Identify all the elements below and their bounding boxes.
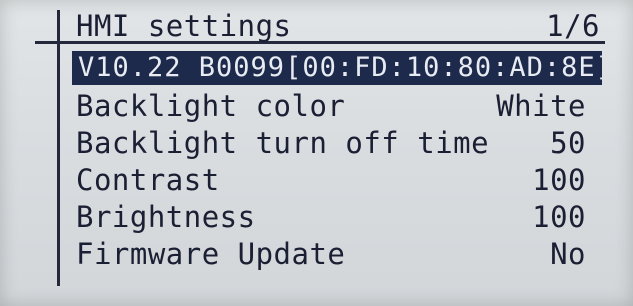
- menu-item-value: White: [496, 89, 586, 123]
- menu-item-value: 100: [532, 163, 586, 197]
- menu-item-value: No: [550, 237, 586, 271]
- page-indicator: 1/6: [546, 9, 600, 43]
- version-info-text: V10.22 B0099[00:FD:10:80:AD:8E]: [78, 52, 602, 83]
- menu-item-firmware-update[interactable]: Firmware Update No: [76, 236, 586, 273]
- menu-item-brightness[interactable]: Brightness 100: [76, 199, 586, 236]
- screen-title: HMI settings: [76, 9, 292, 43]
- menu-item-label: Contrast: [76, 163, 220, 197]
- menu-item-label: Brightness: [76, 200, 256, 234]
- menu-item-backlight-turn-off-time[interactable]: Backlight turn off time 50: [76, 125, 586, 162]
- menu-item-value: 100: [532, 200, 586, 234]
- menu-item-value: 50: [550, 126, 586, 160]
- settings-menu: Backlight color White Backlight turn off…: [76, 88, 586, 273]
- menu-item-label: Firmware Update: [76, 237, 346, 271]
- menu-item-backlight-color[interactable]: Backlight color White: [76, 88, 586, 125]
- menu-item-label: Backlight turn off time: [76, 126, 490, 160]
- version-info-row[interactable]: V10.22 B0099[00:FD:10:80:AD:8E]: [72, 51, 602, 85]
- lcd-screen: HMI settings 1/6 V10.22 B0099[00:FD:10:8…: [0, 0, 633, 306]
- menu-item-label: Backlight color: [76, 89, 346, 123]
- menu-item-contrast[interactable]: Contrast 100: [76, 162, 586, 199]
- vertical-divider: [57, 10, 60, 286]
